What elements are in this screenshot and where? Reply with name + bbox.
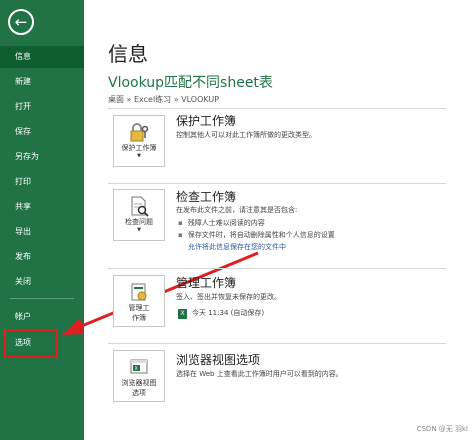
sidebar-item-close[interactable]: 关闭: [0, 271, 84, 293]
sidebar-item-publish[interactable]: 发布: [0, 246, 84, 268]
manage-workbook-icon: [131, 283, 147, 301]
section-desc-protect: 控制其他人可以对此工作簿所做的更改类型。: [176, 131, 316, 139]
lock-key-icon: [130, 123, 149, 142]
sidebar-item-info[interactable]: 信息: [0, 46, 84, 68]
browser-view-button-label-1: 浏览器视图: [121, 379, 157, 387]
dropdown-caret-icon: ▼: [137, 227, 141, 233]
manage-workbook-button-label-1: 管理工: [128, 304, 150, 312]
options-highlight-box: [4, 329, 58, 358]
section-divider: [108, 108, 446, 109]
sidebar-item-new[interactable]: 新建: [0, 71, 84, 93]
section-title-browser-view: 浏览器视图选项: [176, 353, 261, 367]
inspect-document-icon: [131, 196, 149, 217]
inspect-bullet-1: 残障人士难以阅读的内容: [178, 218, 265, 228]
browser-view-button-label-2: 选项: [132, 389, 146, 397]
sidebar-item-account[interactable]: 帐户: [0, 306, 84, 328]
version-entry[interactable]: X 今天 11:34 (自动保存): [178, 308, 264, 319]
sidebar-item-save-as[interactable]: 另存为: [0, 146, 84, 168]
section-divider: [108, 343, 446, 344]
protect-workbook-button-label: 保护工作簿: [121, 144, 157, 152]
sidebar-item-export[interactable]: 导出: [0, 221, 84, 243]
section-title-protect: 保护工作簿: [176, 114, 237, 128]
section-divider: [108, 183, 446, 184]
breadcrumb: 桌面 » Excel练习 » VLOOKUP: [108, 95, 220, 104]
dropdown-caret-icon: ▼: [137, 153, 141, 159]
back-arrow-button[interactable]: ←: [8, 9, 34, 35]
sidebar-item-save[interactable]: 保存: [0, 121, 84, 143]
sidebar-divider: [10, 298, 74, 299]
section-desc-browser-view: 选择在 Web 上查看此工作簿时用户可以看到的内容。: [176, 370, 343, 378]
allow-save-info-link[interactable]: 允许将此信息保存在您的文件中: [188, 242, 286, 252]
section-desc-inspect: 在发布此文件之前，请注意其是否包含:: [176, 206, 298, 214]
check-issues-button-label: 检查问题: [125, 218, 153, 226]
manage-workbook-button-label-2: 作簿: [132, 314, 146, 322]
browser-view-options-button[interactable]: X 浏览器视图 选项: [113, 350, 165, 402]
document-title: Vlookup匹配不同sheet表: [108, 75, 273, 91]
svg-text:X: X: [135, 366, 139, 372]
watermark: CSDN @无 羽kl: [416, 425, 468, 433]
section-desc-manage: 签入、签出并恢复未保存的更改。: [176, 293, 281, 301]
excel-file-icon: X: [178, 309, 187, 319]
section-title-manage: 管理工作簿: [176, 276, 237, 290]
sidebar-item-open[interactable]: 打开: [0, 96, 84, 118]
manage-workbook-button[interactable]: 管理工 作簿: [113, 275, 165, 327]
check-issues-button[interactable]: 检查问题 ▼: [113, 189, 165, 241]
browser-view-icon: X: [130, 359, 148, 374]
protect-workbook-button[interactable]: 保护工作簿 ▼: [113, 115, 165, 167]
section-title-inspect: 检查工作簿: [176, 190, 237, 204]
sidebar-item-print[interactable]: 打印: [0, 171, 84, 193]
sidebar-item-share[interactable]: 共享: [0, 196, 84, 218]
inspect-bullet-2: 保存文件时，将自动删除属性和个人信息的设置: [178, 230, 335, 240]
page-title: 信息: [108, 42, 148, 66]
backstage-sidebar: ← 信息 新建 打开 保存 另存为 打印 共享 导出 发布 关闭 帐户 选项: [0, 0, 84, 440]
version-entry-text: 今天 11:34 (自动保存): [192, 309, 265, 317]
section-divider: [108, 268, 446, 269]
